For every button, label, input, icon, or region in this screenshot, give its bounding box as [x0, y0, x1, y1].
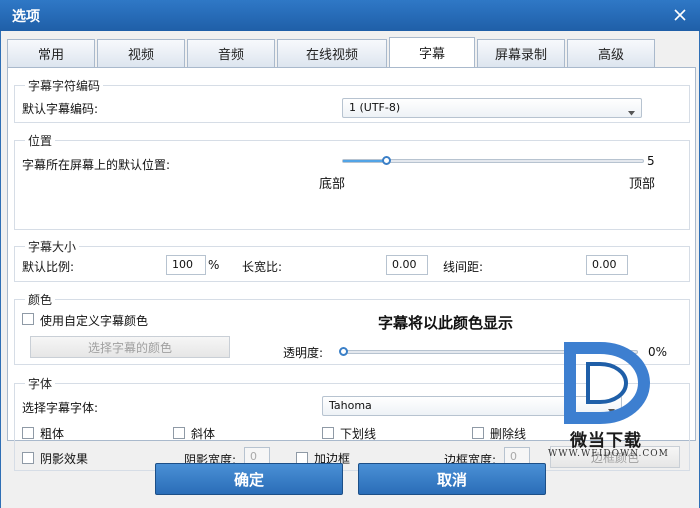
tab-advanced[interactable]: 高级 [567, 39, 655, 67]
custom-color-checkbox[interactable] [22, 313, 34, 325]
scale-unit: % [208, 258, 220, 272]
position-label: 字幕所在屏幕上的默认位置: [22, 158, 171, 172]
custom-color-label: 使用自定义字幕颜色 [40, 314, 149, 328]
ok-button[interactable]: 确定 [155, 463, 343, 495]
underline-label: 下划线 [340, 427, 377, 441]
scale-label: 默认比例: [22, 260, 75, 274]
italic-label: 斜体 [191, 427, 216, 441]
encoding-select[interactable]: 1 (UTF-8) [342, 98, 642, 118]
spacing-label: 线间距: [443, 260, 484, 274]
font-group-title: 字体 [25, 375, 56, 392]
tab-online-video[interactable]: 在线视频 [277, 39, 387, 67]
font-select-label: 选择字幕字体: [22, 401, 99, 415]
watermark-url: WWW.WEIDOWN.COM [548, 449, 669, 459]
tab-subtitles[interactable]: 字幕 [389, 37, 475, 67]
aspect-label: 长宽比: [242, 260, 283, 274]
position-group: 位置 [14, 132, 690, 230]
color-preview-text: 字幕将以此颜色显示 [378, 314, 514, 332]
color-group-title: 颜色 [25, 291, 56, 308]
cancel-button[interactable]: 取消 [358, 463, 546, 495]
close-icon[interactable] [668, 3, 692, 27]
shadow-checkbox[interactable] [22, 452, 34, 464]
tab-general[interactable]: 常用 [7, 39, 95, 67]
position-value: 5 [647, 154, 655, 168]
bold-label: 粗体 [40, 427, 65, 441]
chevron-down-icon [628, 106, 635, 119]
underline-checkbox[interactable] [322, 427, 334, 439]
encoding-select-value: 1 (UTF-8) [349, 101, 401, 114]
watermark-brand: 微当下载 [570, 431, 642, 451]
font-select-value: Tahoma [329, 399, 372, 412]
bold-checkbox[interactable] [22, 427, 34, 439]
shadow-label: 阴影效果 [40, 452, 89, 466]
size-group-title: 字幕大小 [25, 238, 80, 255]
title-bar: 选项 [0, 0, 700, 31]
default-encoding-label: 默认字幕编码: [22, 102, 99, 116]
position-max-label: 顶部 [629, 177, 656, 192]
encoding-group-title: 字幕字符编码 [25, 77, 104, 94]
strike-label: 删除线 [490, 427, 527, 441]
position-slider-fill [343, 160, 388, 162]
aspect-input[interactable]: 0.00 [386, 255, 428, 275]
window-title: 选项 [12, 9, 40, 25]
tab-audio[interactable]: 音频 [187, 39, 275, 67]
italic-checkbox[interactable] [173, 427, 185, 439]
position-min-label: 底部 [319, 177, 346, 192]
scale-input[interactable]: 100 [166, 255, 206, 275]
tab-screen-record[interactable]: 屏幕录制 [477, 39, 565, 67]
opacity-label: 透明度: [283, 346, 324, 360]
watermark: 微当下载 WWW.WEIDOWN.COM [548, 340, 688, 465]
choose-color-button[interactable]: 选择字幕的颜色 [30, 336, 230, 358]
tab-video[interactable]: 视频 [97, 39, 185, 67]
spacing-input[interactable]: 0.00 [586, 255, 628, 275]
strike-checkbox[interactable] [472, 427, 484, 439]
position-group-title: 位置 [25, 132, 56, 149]
tab-bar: 常用 视频 音频 在线视频 字幕 屏幕录制 高级 [7, 37, 697, 67]
opacity-slider-handle[interactable] [339, 347, 348, 356]
